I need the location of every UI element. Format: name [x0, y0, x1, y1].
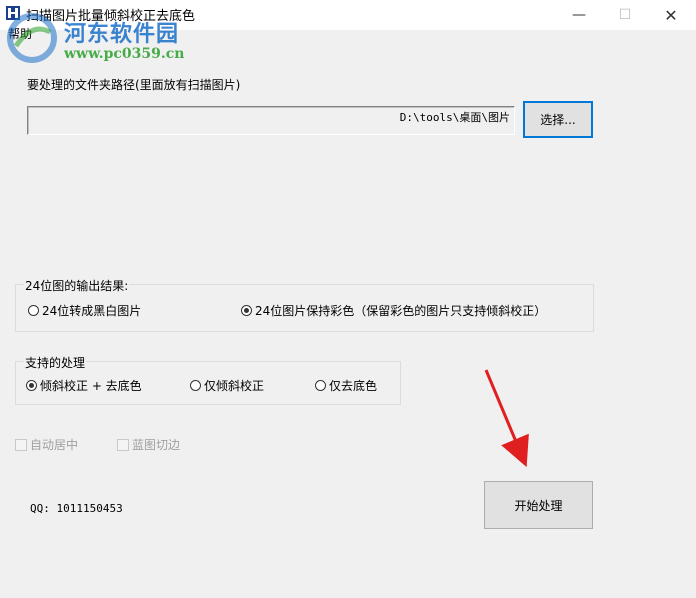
radio-circle — [190, 380, 201, 391]
process-group-title: 支持的处理 — [24, 354, 87, 371]
radio-process-both-label: 倾斜校正 + 去底色 — [40, 379, 142, 393]
folder-label: 要处理的文件夹路径(里面放有扫描图片) — [27, 78, 241, 92]
close-icon[interactable]: ✕ — [648, 0, 694, 30]
radio-output-color-label: 24位图片保持彩色（保留彩色的图片只支持倾斜校正） — [255, 304, 547, 318]
checkbox-auto-center[interactable]: 自动居中 — [15, 436, 78, 453]
minimize-icon[interactable]: — — [556, 0, 602, 30]
title-bar: 扫描图片批量倾斜校正去底色 — ☐ ✕ — [0, 0, 696, 30]
checkbox-blueprint-trim-label: 蓝图切边 — [132, 438, 181, 452]
radio-process-background[interactable]: 仅去底色 — [315, 377, 377, 394]
checkbox-auto-center-label: 自动居中 — [30, 438, 79, 452]
folder-path-field[interactable]: D:\tools\桌面\图片 — [27, 106, 515, 135]
start-button[interactable]: 开始处理 — [484, 481, 593, 529]
maximize-icon[interactable]: ☐ — [602, 0, 648, 30]
window-title: 扫描图片批量倾斜校正去底色 — [26, 9, 196, 24]
radio-process-deskew[interactable]: 仅倾斜校正 — [190, 377, 264, 394]
qq-contact: QQ: 1011150453 — [30, 502, 123, 515]
radio-circle — [315, 380, 326, 391]
watermark-url: www.pc0359.cn — [64, 46, 185, 62]
red-arrow-icon — [484, 369, 529, 468]
browse-button[interactable]: 选择... — [523, 101, 593, 138]
app-icon — [6, 6, 20, 20]
radio-process-background-label: 仅去底色 — [329, 379, 378, 393]
checkbox-blueprint-trim[interactable]: 蓝图切边 — [117, 436, 180, 453]
radio-process-both[interactable]: 倾斜校正 + 去底色 — [26, 377, 142, 394]
menu-help[interactable]: 帮助 — [8, 25, 32, 42]
checkbox-box — [117, 438, 129, 451]
radio-output-color[interactable]: 24位图片保持彩色（保留彩色的图片只支持倾斜校正） — [241, 302, 546, 319]
checkbox-box — [15, 438, 27, 451]
radio-output-bw-label: 24位转成黑白图片 — [42, 304, 142, 318]
output-group-title: 24位图的输出结果: — [24, 277, 130, 294]
radio-circle — [241, 305, 252, 316]
folder-path-value: D:\tools\桌面\图片 — [399, 111, 510, 124]
radio-process-deskew-label: 仅倾斜校正 — [204, 379, 265, 393]
radio-circle — [26, 380, 37, 391]
radio-output-bw[interactable]: 24位转成黑白图片 — [28, 302, 141, 319]
radio-circle — [28, 305, 39, 316]
